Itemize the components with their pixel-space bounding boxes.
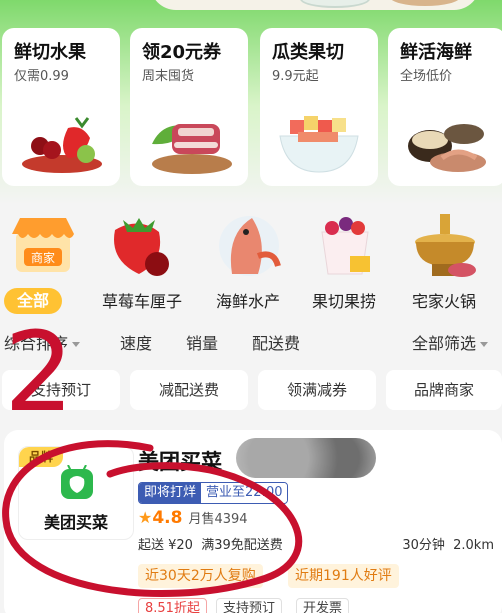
- category-strawberry[interactable]: 草莓车厘子: [97, 212, 187, 312]
- repurchase-badge: 近30天2万人复购: [138, 564, 263, 588]
- good-reviews-badge: 近期191人好评: [288, 564, 399, 588]
- logo-text: 美团买菜: [43, 513, 108, 532]
- store-name: 美团买菜: [138, 450, 222, 474]
- time-distance: 30分钟 2.0km: [402, 534, 494, 553]
- store-logo: 品牌 美团买菜: [18, 446, 134, 540]
- rating-value: 4.8: [152, 508, 183, 528]
- category-all[interactable]: 商家 全部: [0, 212, 86, 314]
- monthly-sales: 月售4394: [188, 512, 248, 527]
- redacted-scribble: [236, 438, 376, 478]
- promo-subtitle: 9.9元起: [272, 69, 319, 84]
- category-seafood[interactable]: 海鲜水产: [206, 212, 290, 312]
- promo-title: 鲜切水果: [14, 42, 86, 63]
- fruit-cup-image: [321, 217, 370, 275]
- brand-badge: 品牌: [19, 447, 63, 467]
- hours-badge: 营业至22:00: [201, 483, 288, 503]
- promo-card-fruit[interactable]: 鲜切水果 仅需0.99: [2, 28, 120, 186]
- reserve-tag: 支持预订: [216, 598, 283, 613]
- sort-sales[interactable]: 销量: [186, 330, 218, 354]
- promo-card-coupon[interactable]: 领20元券 周末囤货: [130, 28, 248, 186]
- sort-speed[interactable]: 速度: [120, 330, 152, 354]
- shop-badge-text: 商家: [31, 250, 55, 265]
- category-hotpot[interactable]: 宅家火锅: [402, 212, 486, 312]
- free-delivery: 满39免配送费: [201, 538, 283, 553]
- cherries-strawberry-image: [22, 117, 102, 173]
- category-label: 海鲜水产: [215, 292, 280, 311]
- invoice-tag: 开发票: [296, 598, 350, 613]
- chip-reduced-delivery[interactable]: 减配送费: [130, 370, 248, 410]
- promo-title: 领20元券: [142, 42, 222, 63]
- min-order: 起送 ¥20: [138, 538, 193, 553]
- fruit-bowl-image: [279, 116, 359, 173]
- category-all-label: 全部: [4, 288, 62, 314]
- promo-title: 鲜活海鲜: [400, 42, 472, 63]
- filter-all-label: 全部筛选: [412, 334, 477, 353]
- delivery-time: 30分钟: [402, 538, 445, 553]
- status-tags: 即将打烊 营业至22:00: [138, 482, 289, 504]
- chip-reserve[interactable]: 支持预订: [2, 370, 120, 410]
- promo-title: 瓜类果切: [272, 42, 344, 63]
- chip-coupon[interactable]: 领满减券: [258, 370, 376, 410]
- shop-icon: 商家: [12, 218, 74, 272]
- sort-bar: 综合排序 速度 销量 配送费 全部筛选: [0, 322, 502, 360]
- hotpot-image: [415, 214, 476, 277]
- filter-all[interactable]: 全部筛选: [412, 330, 489, 354]
- category-label: 草莓车厘子: [101, 292, 182, 311]
- chip-brand[interactable]: 品牌商家: [386, 370, 502, 410]
- store-card[interactable]: 品牌 美团买菜 美团买菜 即将打烊 营业至22:00 ★4.8 月售4394 起送…: [4, 430, 502, 613]
- meituan-maicai-logo-icon: [61, 465, 93, 499]
- closing-soon-badge: 即将打烊: [139, 483, 202, 503]
- promo-subtitle: 周末囤货: [142, 69, 195, 84]
- promo-card-melon[interactable]: 瓜类果切 9.9元起: [260, 28, 378, 186]
- star-icon: ★: [138, 508, 153, 527]
- distance: 2.0km: [453, 538, 494, 553]
- chevron-down-icon: [480, 342, 489, 347]
- pork-meat-image: [152, 124, 232, 174]
- discount-tag: 8.51折起: [138, 598, 207, 613]
- category-fruit-cup[interactable]: 果切果捞: [302, 212, 386, 312]
- chevron-down-icon: [72, 342, 81, 347]
- sort-delivery-fee[interactable]: 配送费: [252, 330, 300, 354]
- strawberry-image: [114, 218, 169, 276]
- promo-subtitle: 全场低价: [400, 69, 453, 84]
- delivery-info: 起送 ¥20 满39免配送费 30分钟 2.0km: [138, 534, 494, 553]
- sort-composite-label: 综合排序: [4, 334, 69, 353]
- promo-subtitle: 仅需0.99: [14, 69, 69, 84]
- promo-card-seafood[interactable]: 鲜活海鲜 全场低价: [388, 28, 502, 186]
- category-label: 宅家火锅: [411, 292, 476, 311]
- seafood-dish-image: [408, 124, 486, 172]
- rating-row: ★4.8 月售4394: [138, 508, 248, 528]
- category-label: 果切果捞: [311, 292, 376, 311]
- fish-image: [219, 216, 281, 276]
- sort-composite[interactable]: 综合排序: [4, 330, 81, 354]
